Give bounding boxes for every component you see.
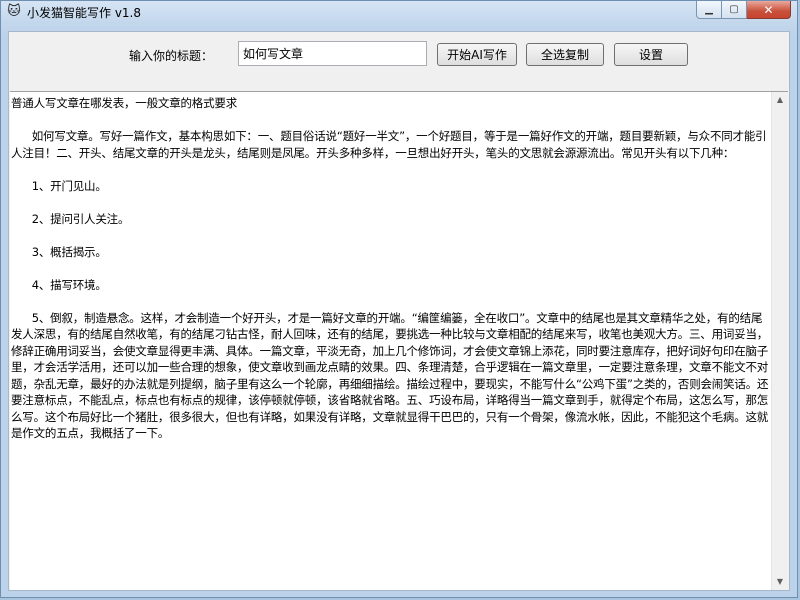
article-text-area[interactable]: 普通人写文章在哪发表，一般文章的格式要求 如何写文章。写好一篇作文，基本构思如下… — [10, 91, 788, 590]
maximize-icon: ▢ — [729, 4, 739, 15]
window-title: 小发猫智能写作 v1.8 — [27, 6, 142, 20]
scroll-down-icon[interactable]: ▼ — [772, 574, 788, 590]
select-all-copy-button[interactable]: 全选复制 — [526, 43, 604, 66]
close-icon: ✕ — [763, 2, 774, 17]
minimize-icon: ▁ — [705, 4, 713, 15]
cat-app-icon: 🐱 — [7, 4, 21, 19]
vertical-scrollbar[interactable]: ▲ ▼ — [771, 92, 788, 590]
settings-button[interactable]: 设置 — [614, 43, 688, 66]
start-ai-writing-button[interactable]: 开始AI写作 — [437, 43, 517, 66]
article-content[interactable]: 普通人写文章在哪发表，一般文章的格式要求 如何写文章。写好一篇作文，基本构思如下… — [11, 95, 770, 442]
title-input-label: 输入你的标题： — [129, 49, 214, 63]
main-panel: 输入你的标题： 开始AI写作 全选复制 设置 普通人写文章在哪发表，一般文章的格… — [8, 31, 790, 591]
title-input[interactable] — [238, 41, 427, 66]
maximize-button[interactable]: ▢ — [722, 1, 747, 19]
app-window: 🐱 小发猫智能写作 v1.8 ▁ ▢ ✕ 输入你的标题： 开始AI写作 全选复制… — [0, 0, 798, 598]
title-bar[interactable]: 🐱 小发猫智能写作 v1.8 ▁ ▢ ✕ — [1, 1, 797, 23]
close-button[interactable]: ✕ — [747, 1, 791, 19]
minimize-button[interactable]: ▁ — [696, 1, 722, 19]
window-controls: ▁ ▢ ✕ — [696, 1, 791, 20]
scroll-up-icon[interactable]: ▲ — [772, 92, 788, 108]
